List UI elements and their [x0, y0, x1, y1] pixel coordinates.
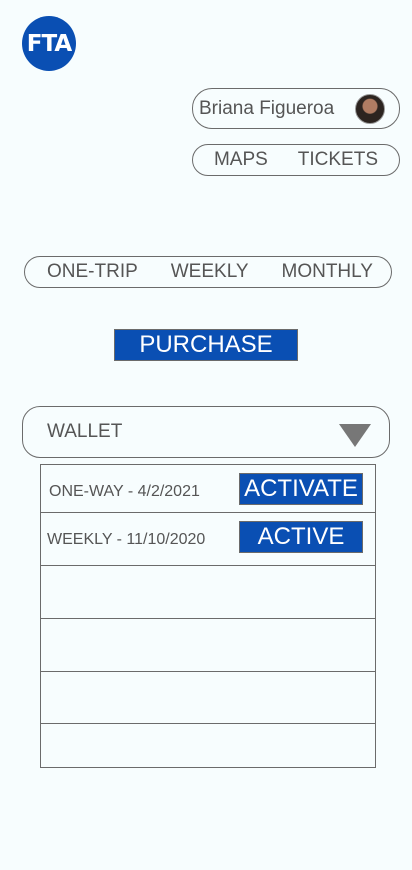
fta-logo[interactable]: FTA: [22, 16, 76, 71]
ticket-type-monthly[interactable]: MONTHLY: [282, 261, 373, 283]
wallet-item-label: WEEKLY - 11/10/2020: [47, 531, 206, 548]
wallet-list: ONE-WAY - 4/2/2021 ACTIVATE WEEKLY - 11/…: [40, 464, 376, 768]
wallet-row-empty: [41, 724, 375, 768]
wallet-dropdown-value: WALLET: [47, 421, 123, 442]
wallet-dropdown[interactable]: WALLET: [22, 406, 390, 458]
purchase-button[interactable]: PURCHASE: [114, 329, 298, 361]
wallet-row-empty: [41, 672, 375, 724]
ticket-type-weekly[interactable]: WEEKLY: [171, 261, 249, 283]
dropdown-arrow-icon: [339, 424, 371, 447]
wallet-item-label: ONE-WAY - 4/2/2021: [49, 483, 200, 500]
wallet-row: ONE-WAY - 4/2/2021 ACTIVATE: [41, 465, 375, 513]
ticket-type-one-trip[interactable]: ONE-TRIP: [47, 261, 138, 283]
nav-tickets-link[interactable]: TICKETS: [298, 149, 378, 171]
activate-button[interactable]: ACTIVATE: [239, 473, 363, 505]
nav-maps-link[interactable]: MAPS: [214, 149, 268, 171]
user-profile-pill[interactable]: Briana Figueroa: [192, 88, 400, 129]
user-name: Briana Figueroa: [199, 97, 335, 119]
wallet-row-empty: [41, 566, 375, 619]
active-status-button[interactable]: ACTIVE: [239, 521, 363, 553]
wallet-row-empty: [41, 619, 375, 672]
avatar[interactable]: [355, 94, 385, 124]
ticket-type-selector: ONE-TRIP WEEKLY MONTHLY: [24, 256, 392, 288]
top-nav: MAPS TICKETS: [192, 144, 400, 176]
wallet-row: WEEKLY - 11/10/2020 ACTIVE: [41, 513, 375, 566]
